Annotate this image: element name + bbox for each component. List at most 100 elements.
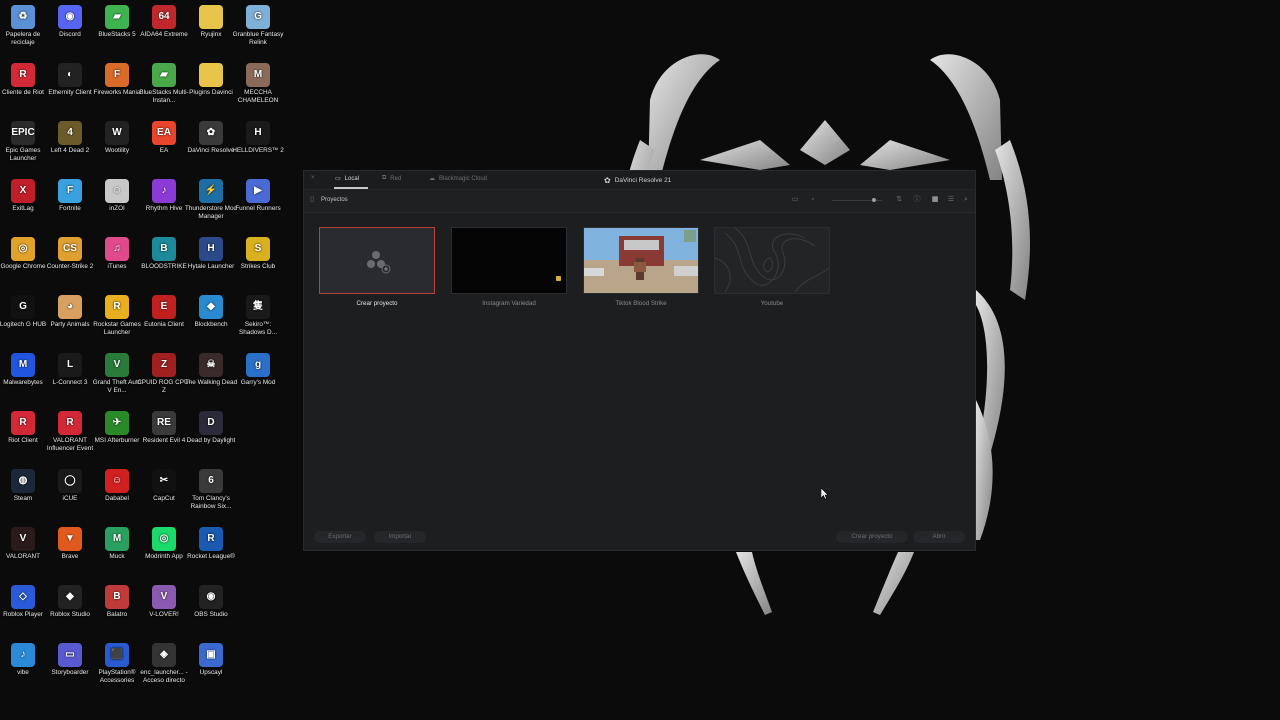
monitor-icon: ▭ xyxy=(335,176,341,182)
party-animals-icon: ◕ xyxy=(58,295,82,319)
logitech-icon: G xyxy=(11,295,35,319)
desktop-icon[interactable]: ▣ Upscayl xyxy=(184,643,238,677)
desktop-icon[interactable]: ◆ Roblox Studio xyxy=(43,585,97,619)
desktop-icon[interactable]: F Fireworks Mania xyxy=(90,63,144,97)
list-view-icon[interactable]: ☰ xyxy=(947,196,955,204)
desktop-icon[interactable]: ✂ CapCut xyxy=(137,469,191,503)
thumbnail-size-icon[interactable]: ▫ xyxy=(809,196,817,204)
obs-icon: ◉ xyxy=(199,585,223,609)
desktop-icon-label: Funnel Runners xyxy=(235,205,281,212)
grid-view-icon[interactable]: ▦ xyxy=(931,196,939,204)
desktop-icon[interactable]: B Balatro xyxy=(90,585,144,619)
desktop-icon[interactable]: ◕ Party Animals xyxy=(43,295,97,329)
desktop-icon[interactable]: ▭ Storyboarder xyxy=(43,643,97,677)
export-button[interactable]: Exportar xyxy=(314,531,366,543)
desktop-icon[interactable]: ✈ MSI Afterburner xyxy=(90,411,144,445)
desktop-icon[interactable]: F Fortnite xyxy=(43,179,97,213)
desktop-icon[interactable]: R Rockstar Games Launcher xyxy=(90,295,144,336)
project-card-tiktok[interactable]: Tiktok Blood Strike xyxy=(583,227,699,307)
tab-red[interactable]: ⧉ Red xyxy=(382,175,401,182)
search-icon[interactable]: ⌕ xyxy=(962,196,970,204)
desktop-icon[interactable]: g Garry's Mod xyxy=(231,353,285,387)
desktop-icon[interactable]: H Hytale Launcher xyxy=(184,237,238,271)
recycle-bin-icon: ♻ xyxy=(11,5,35,29)
desktop-icon[interactable]: RE Resident Evil 4 xyxy=(137,411,191,445)
create-project-button[interactable]: Crear proyecto xyxy=(836,531,908,543)
project-card-new[interactable]: Crear proyecto xyxy=(319,227,435,307)
desktop-icon-label: enc_launcher... - Acceso directo xyxy=(140,669,188,684)
desktop-icon[interactable]: ♪ Rhythm Hive xyxy=(137,179,191,213)
info-icon[interactable]: ⓘ xyxy=(913,196,921,204)
desktop-icon[interactable]: R Rocket League® xyxy=(184,527,238,561)
roblox-icon: ◇ xyxy=(11,585,35,609)
desktop-icon[interactable]: M MECCHA CHAMELEON xyxy=(231,63,285,104)
cpuz-icon: Z xyxy=(152,353,176,377)
desktop-icon[interactable]: ◈ enc_launcher... - Acceso directo xyxy=(137,643,191,684)
desktop-icon-label: L-Connect 3 xyxy=(52,379,88,386)
desktop-icon[interactable]: R VALORANT Influencer Event xyxy=(43,411,97,452)
desktop-icon[interactable]: ▼ Brave xyxy=(43,527,97,561)
sidebar-toggle-icon[interactable]: ▯ xyxy=(308,196,316,204)
desktop-icon[interactable]: ◎ Modrinth App xyxy=(137,527,191,561)
desktop-icon[interactable]: L L-Connect 3 xyxy=(43,353,97,387)
desktop-icon-label: Hytale Launcher xyxy=(187,263,235,270)
sort-icon[interactable]: ⇅ xyxy=(895,196,903,204)
desktop-icon[interactable]: ◯ iCUE xyxy=(43,469,97,503)
granblue-icon: G xyxy=(246,5,270,29)
desktop-icon[interactable]: W Wootility xyxy=(90,121,144,155)
desktop-icon[interactable]: V V-LOVER! xyxy=(137,585,191,619)
desktop-icon[interactable]: G Granblue Fantasy Relink xyxy=(231,5,285,46)
desktop-icon[interactable]: CS Counter-Strike 2 xyxy=(43,237,97,271)
desktop-icon-label: Rocket League® xyxy=(187,553,235,560)
desktop-icon[interactable]: Ryujinx xyxy=(184,5,238,39)
desktop-icon[interactable]: Plugins Davinci xyxy=(184,63,238,97)
desktop-icon-label: Fireworks Mania xyxy=(93,89,141,96)
riot-icon: R xyxy=(58,411,82,435)
desktop-icon[interactable]: ☠ The Walking Dead xyxy=(184,353,238,387)
open-button[interactable]: Abrir xyxy=(913,531,965,543)
desktop-icon[interactable]: ☺ inZOI xyxy=(90,179,144,213)
desktop-icon[interactable]: ▰ BlueStacks Multi-Instan... xyxy=(137,63,191,104)
project-card-youtube[interactable]: Youtube xyxy=(714,227,830,307)
desktop-icon[interactable]: ▶ Funnel Runners xyxy=(231,179,285,213)
desktop-icon[interactable]: 64 AIDA64 Extreme xyxy=(137,5,191,39)
riot-icon: R xyxy=(11,63,35,87)
cloud-icon: ☁ xyxy=(429,176,435,182)
bloodstrike-icon: B xyxy=(152,237,176,261)
desktop-icon[interactable]: ◉ Discord xyxy=(43,5,97,39)
desktop-icon[interactable]: D Dead by Daylight xyxy=(184,411,238,445)
desktop-icon[interactable]: ◐ Ethernity Client xyxy=(43,63,97,97)
desktop-icon[interactable]: 隻 Sekiro™: Shadows D... xyxy=(231,295,285,336)
lconnect-icon: L xyxy=(58,353,82,377)
muck-icon: M xyxy=(105,527,129,551)
desktop-icon[interactable]: V Grand Theft Auto V En... xyxy=(90,353,144,394)
new-folder-icon[interactable]: ▭ xyxy=(791,196,799,204)
desktop-icon[interactable]: 4 Left 4 Dead 2 xyxy=(43,121,97,155)
desktop-icon[interactable]: B BLOODSTRIKE xyxy=(137,237,191,271)
tab-blackmagic-cloud[interactable]: ☁ Blackmagic Cloud xyxy=(429,175,487,183)
desktop-icon[interactable]: Z CPUID ROG CPU-Z xyxy=(137,353,191,394)
import-button[interactable]: Importar xyxy=(374,531,426,543)
desktop-icon[interactable]: ⚡ Thunderstore Mod Manager xyxy=(184,179,238,220)
desktop-icon-label: PlayStation® Accessories xyxy=(98,669,136,684)
desktop-icon[interactable]: ♫ iTunes xyxy=(90,237,144,271)
desktop-icon[interactable]: 6 Tom Clancy's Rainbow Six... xyxy=(184,469,238,510)
desktop-icon[interactable]: ◉ OBS Studio xyxy=(184,585,238,619)
desktop-icon[interactable]: ⬛ PlayStation® Accessories xyxy=(90,643,144,684)
desktop-icon[interactable]: EA EA xyxy=(137,121,191,155)
desktop-icon[interactable]: S Strikes Club xyxy=(231,237,285,271)
close-icon[interactable]: × xyxy=(311,175,315,181)
ethernity-icon: ◐ xyxy=(58,63,82,87)
project-thumbnail xyxy=(714,227,830,294)
desktop-icon[interactable]: E Eutonia Client xyxy=(137,295,191,329)
desktop-icon[interactable]: M Muck xyxy=(90,527,144,561)
zoom-slider-handle[interactable] xyxy=(872,198,876,202)
desktop-icon[interactable]: H HELLDIVERS™ 2 xyxy=(231,121,285,155)
tab-local[interactable]: ▭ Local xyxy=(335,175,359,183)
desktop-icon[interactable]: ▰ BlueStacks 5 xyxy=(90,5,144,39)
inzoi-icon: ☺ xyxy=(105,179,129,203)
project-card-instagram[interactable]: Instagram Variedad xyxy=(451,227,567,307)
desktop-icon[interactable]: ✿ DaVinci Resolve xyxy=(184,121,238,155)
desktop-icon[interactable]: ◆ Blockbench xyxy=(184,295,238,329)
desktop-icon[interactable]: ☺ Dababel xyxy=(90,469,144,503)
